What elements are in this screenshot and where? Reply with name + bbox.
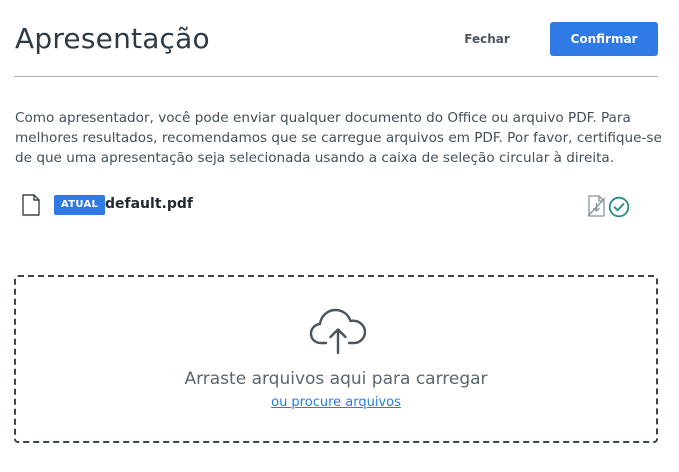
file-dropzone[interactable]: Arraste arquivos aqui para carregar ou p… xyxy=(14,275,658,443)
dialog-title: Apresentação xyxy=(15,22,210,55)
close-button[interactable]: Fechar xyxy=(454,23,520,55)
download-disabled-icon[interactable] xyxy=(586,194,608,218)
check-circle-icon[interactable] xyxy=(608,196,630,218)
dialog-header: Apresentação Fechar Confirmar xyxy=(14,0,658,77)
current-badge: ATUAL xyxy=(54,195,106,215)
instructions-text: Como apresentador, você pode enviar qual… xyxy=(15,110,662,166)
browse-link-wrapper: ou procure arquivos xyxy=(16,395,656,410)
cloud-upload-icon xyxy=(309,308,367,355)
file-icon xyxy=(22,194,40,216)
file-name: default.pdf xyxy=(105,196,193,212)
file-list-item: ATUAL default.pdf xyxy=(14,190,658,222)
browse-files-link[interactable]: ou procure arquivos xyxy=(271,395,401,410)
dropzone-text: Arraste arquivos aqui para carregar xyxy=(184,369,488,389)
confirm-button[interactable]: Confirmar xyxy=(550,22,658,56)
